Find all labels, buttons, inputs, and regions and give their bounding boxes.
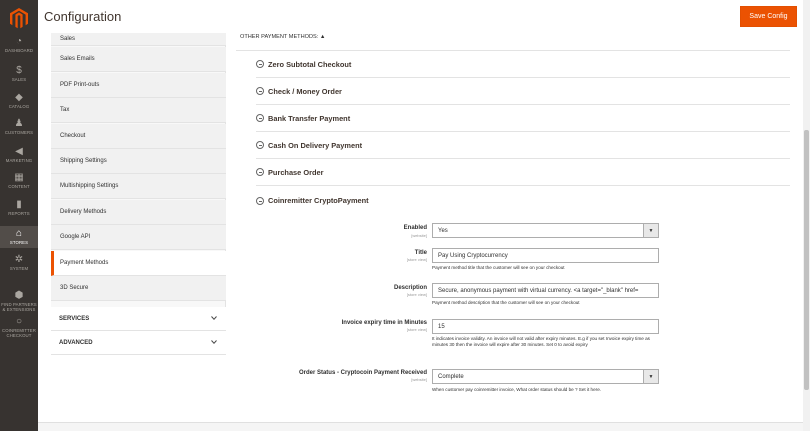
nav-item-reports[interactable]: ▮ REPORTS: [0, 199, 38, 225]
title-input[interactable]: Pay Using Cryptocurrency: [432, 248, 659, 263]
collapse-icon: [256, 141, 264, 149]
sidebar-item-delivery-methods[interactable]: Delivery Methods: [51, 200, 226, 225]
collapse-icon: [256, 168, 264, 176]
title-scope: [store view]: [406, 257, 427, 262]
layout-icon: ▦: [14, 172, 24, 183]
section-title: Purchase Order: [268, 167, 324, 177]
dropdown-arrow-icon: ▼: [643, 370, 658, 383]
nav-item-coinremitter-checkout[interactable]: ○ COINREMITTER CHECKOUT: [0, 316, 38, 342]
nav-item-content[interactable]: ▦ CONTENT: [0, 172, 38, 198]
section-title: Bank Transfer Payment: [268, 113, 351, 123]
sidebar-item-google-api[interactable]: Google API: [51, 225, 226, 250]
section-title: Cash On Delivery Payment: [268, 140, 363, 150]
nav-item-label: REPORTS: [8, 211, 30, 216]
nav-item-label: CATALOG: [8, 104, 30, 109]
collapse-icon: [256, 60, 264, 68]
sidebar-item-sales-emails[interactable]: Sales Emails: [51, 47, 226, 72]
section-title: Zero Subtotal Checkout: [268, 59, 352, 69]
sidebar-group-services[interactable]: SERVICES: [51, 307, 226, 331]
nav-item-customers[interactable]: ♟ CUSTOMERS: [0, 118, 38, 144]
nav-item-marketing[interactable]: ◀ MARKETING: [0, 146, 38, 172]
other-payment-methods-title[interactable]: OTHER PAYMENT METHODS: ▲: [240, 34, 325, 40]
nav-item-label: MARKETING: [5, 158, 33, 163]
nav-item-label: STORES: [9, 240, 29, 245]
description-label: Description: [393, 285, 427, 291]
description-note: Payment method description that the cust…: [432, 300, 580, 305]
section-title: Check / Money Order: [268, 86, 342, 96]
order-status-label: Order Status - Cryptocoin Payment Receiv…: [298, 370, 427, 376]
sidebar-item-shipping-settings[interactable]: Shipping Settings: [51, 149, 226, 174]
magento-logo[interactable]: [10, 8, 28, 29]
save-config-button[interactable]: Save Config: [740, 6, 797, 27]
collapse-icon: [256, 196, 264, 205]
description-scope: [store view]: [406, 292, 427, 297]
nav-item-label: FIND PARTNERS & EXTENSIONS: [1, 302, 37, 312]
section-purchase-order[interactable]: Purchase Order: [256, 159, 790, 186]
description-input[interactable]: Secure, anonymous payment with virtual c…: [432, 283, 659, 298]
select-value: Yes: [438, 227, 448, 234]
circle-icon: ○: [15, 316, 23, 327]
store-icon: ⌂: [15, 228, 23, 239]
sidebar-item-checkout[interactable]: Checkout: [51, 124, 226, 149]
speedometer-icon: ◔: [15, 36, 23, 47]
nav-item-label: DASHBOARD: [4, 48, 34, 53]
dropdown-arrow-icon: ▼: [643, 224, 658, 237]
section-bank-transfer-payment[interactable]: Bank Transfer Payment: [256, 105, 790, 132]
section-zero-subtotal-checkout[interactable]: Zero Subtotal Checkout: [256, 51, 790, 78]
nav-item-label: COINREMITTER CHECKOUT: [2, 328, 36, 338]
chevron-down-icon: [211, 340, 217, 345]
bar-chart-icon: ▮: [16, 199, 22, 210]
sidebar-item-3d-secure[interactable]: 3D Secure: [51, 276, 226, 301]
cube-icon: ◆: [15, 92, 23, 103]
nav-item-label: CUSTOMERS: [4, 130, 34, 135]
sidebar-item-tax[interactable]: Tax: [51, 98, 226, 123]
sidebar-item-multishipping-settings[interactable]: Multishipping Settings: [51, 174, 226, 199]
page-title: Configuration: [44, 9, 122, 24]
sidebar-group-label: ADVANCED: [59, 339, 93, 346]
section-title: Coinremitter CryptoPayment: [268, 196, 369, 205]
collapse-icon: [256, 87, 264, 95]
megaphone-icon: ◀: [15, 146, 23, 157]
enabled-select[interactable]: Yes ▼: [432, 223, 659, 238]
nav-item-label: CONTENT: [8, 184, 30, 189]
gear-icon: ✲: [14, 254, 24, 265]
invoice-expiry-note: It indicates invoice validity. An invoic…: [432, 336, 650, 347]
invoice-expiry-label: Invoice expiry time in Minutes: [341, 320, 427, 326]
order-status-scope: [website]: [411, 377, 427, 382]
chevron-down-icon: [211, 316, 217, 321]
blocks-icon: ⬢: [14, 290, 24, 301]
dollar-icon: $: [16, 65, 22, 76]
scrollbar-thumb[interactable]: [804, 130, 809, 390]
title-label: Title: [414, 250, 427, 256]
person-icon: ♟: [14, 118, 24, 129]
nav-item-stores[interactable]: ⌂ STORES: [0, 226, 38, 248]
sidebar-item-payment-methods[interactable]: Payment Methods: [51, 251, 226, 276]
nav-item-find-partners-extensions[interactable]: ⬢ FIND PARTNERS & EXTENSIONS: [0, 290, 38, 316]
nav-item-label: SALES: [11, 77, 27, 82]
collapse-icon: [256, 114, 264, 122]
sidebar-group-label: SERVICES: [59, 315, 90, 322]
horizontal-scrollbar[interactable]: [38, 422, 803, 431]
select-value: Complete: [438, 373, 464, 380]
nav-item-catalog[interactable]: ◆ CATALOG: [0, 92, 38, 118]
nav-item-dashboard[interactable]: ◔ DASHBOARD: [0, 36, 38, 62]
sidebar-item-pdf-printouts[interactable]: PDF Print-outs: [51, 73, 226, 98]
nav-item-label: SYSTEM: [9, 266, 29, 271]
sidebar-group-advanced[interactable]: ADVANCED: [51, 331, 226, 355]
enabled-label: Enabled: [403, 225, 427, 231]
order-status-note: When customer pay coinremitter invoice, …: [432, 387, 602, 392]
nav-item-system[interactable]: ✲ SYSTEM: [0, 254, 38, 280]
section-check-money-order[interactable]: Check / Money Order: [256, 78, 790, 105]
invoice-expiry-scope: [store view]: [406, 327, 427, 332]
nav-item-sales[interactable]: $ SALES: [0, 65, 38, 91]
enabled-scope: [website]: [411, 233, 427, 238]
sidebar-item-sales[interactable]: Sales: [51, 33, 226, 46]
order-status-select[interactable]: Complete ▼: [432, 369, 659, 384]
invoice-expiry-input[interactable]: 15: [432, 319, 659, 334]
section-cash-on-delivery[interactable]: Cash On Delivery Payment: [256, 132, 790, 159]
title-note: Payment method title that the customer w…: [432, 265, 565, 270]
section-coinremitter-cryptopayment[interactable]: Coinremitter CryptoPayment: [256, 187, 790, 214]
